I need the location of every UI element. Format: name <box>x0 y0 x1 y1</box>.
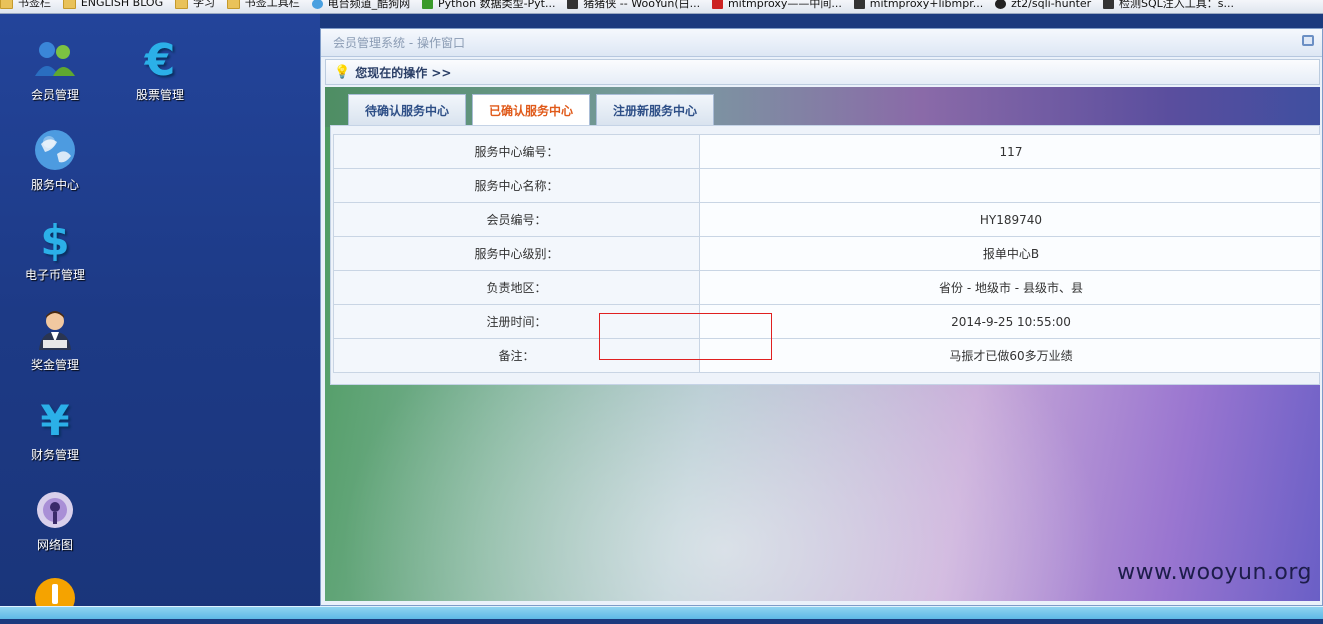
field-value: HY189740 <box>699 202 1320 237</box>
desktop-icon-finance-management[interactable]: ¥ 财务管理 <box>5 396 105 463</box>
field-label: 服务中心名称： <box>333 168 700 203</box>
window-titlebar[interactable]: 会员管理系统 - 操作窗口 <box>321 29 1322 57</box>
desktop-icon-service-center[interactable]: 服务中心 <box>5 126 105 193</box>
bookmark-item[interactable]: ENGLISH BLOG <box>62 0 163 9</box>
content-area: 待确认服务中心 已确认服务中心 注册新服务中心 服务中心编号： 117 服务中心… <box>325 87 1320 601</box>
bookmark-item[interactable]: 检测SQL注入工具：s... <box>1103 0 1234 10</box>
bookmark-item[interactable]: 书签栏 <box>0 0 51 9</box>
maximize-button[interactable] <box>1302 35 1314 46</box>
details-panel: 服务中心编号： 117 服务中心名称： 会员编号： HY189740 服务中心级… <box>330 125 1320 385</box>
dollar-icon: $ <box>40 215 70 265</box>
yen-icon: ¥ <box>40 395 70 445</box>
highlight-box <box>599 313 772 360</box>
users-icon <box>31 36 79 84</box>
field-label: 服务中心编号： <box>333 134 700 169</box>
field-label: 服务中心级别： <box>333 236 700 271</box>
field-value: 117 <box>699 134 1320 169</box>
watermark: www.wooyun.org <box>1117 560 1312 585</box>
table-row: 会员编号： HY189740 <box>333 202 1320 237</box>
bookmark-item[interactable]: 学习 <box>174 0 215 9</box>
folder-icon <box>174 0 188 9</box>
globe-icon <box>311 0 323 9</box>
bookmark-item[interactable]: mitmproxy+libmpr... <box>853 0 983 10</box>
field-label: 负责地区： <box>333 270 700 305</box>
desktop-icon-bonus-management[interactable]: 奖金管理 <box>5 306 105 373</box>
table-row: 服务中心编号： 117 <box>333 134 1320 169</box>
current-operation-label: 您现在的操作 >> <box>355 65 452 80</box>
globe-icon <box>31 126 79 174</box>
site-icon <box>567 0 579 9</box>
service-center-details-table: 服务中心编号： 117 服务中心名称： 会员编号： HY189740 服务中心级… <box>333 134 1320 373</box>
taskbar <box>0 606 1323 619</box>
site-icon <box>421 0 433 9</box>
folder-icon <box>226 0 240 9</box>
desktop-icon-ecoin-management[interactable]: $ 电子币管理 <box>5 216 105 283</box>
tab-confirmed-service-center[interactable]: 已确认服务中心 <box>472 94 591 126</box>
site-icon <box>711 0 723 9</box>
field-value: 省份 - 地级市 - 县级市、县 <box>699 270 1320 305</box>
operation-window: 会员管理系统 - 操作窗口 💡 您现在的操作 >> 待确认服务中心 已确认服务中… <box>320 28 1323 606</box>
desktop-icon-network-map[interactable]: 网络图 <box>5 486 105 553</box>
bookmark-item[interactable]: mitmproxy——中间... <box>711 0 842 10</box>
bookmarks-bar: 书签栏 ENGLISH BLOG 学习 书签工具栏 电台频道_酷狗网 Pytho… <box>0 0 1323 14</box>
table-row: 注册时间： 2014-9-25 10:55:00 <box>333 304 1320 339</box>
bookmark-item[interactable]: 书签工具栏 <box>226 0 300 9</box>
desktop-icon-member-management[interactable]: 会员管理 <box>5 36 105 103</box>
bookmark-item[interactable]: 电台频道_酷狗网 <box>311 0 410 10</box>
bookmark-item[interactable]: 猪猪侠 -- WooYun(白... <box>567 0 700 10</box>
folder-icon <box>0 0 13 9</box>
field-value <box>699 168 1320 203</box>
current-operation-bar: 💡 您现在的操作 >> <box>325 59 1320 85</box>
table-row: 备注： 马振才已做60多万业绩 <box>333 338 1320 373</box>
bookmark-item[interactable]: Python 数据类型-Pyt... <box>421 0 555 10</box>
person-icon <box>31 306 79 354</box>
tab-pending-service-center[interactable]: 待确认服务中心 <box>348 94 467 125</box>
lightbulb-icon: 💡 <box>334 64 351 80</box>
field-label: 会员编号： <box>333 202 700 237</box>
folder-icon <box>62 0 76 9</box>
bookmark-item[interactable]: zt2/sqli-hunter <box>995 0 1091 10</box>
desktop-icon-stock-management[interactable]: € 股票管理 <box>110 34 210 103</box>
table-row: 服务中心名称： <box>333 168 1320 203</box>
desktop: 会员管理 € 股票管理 服务中心 $ 电子币管理 奖金管理 ¥ 财务管理 网络图 <box>0 14 320 618</box>
window-title: 会员管理系统 - 操作窗口 <box>333 36 465 50</box>
field-value: 报单中心B <box>699 236 1320 271</box>
field-value: 2014-9-25 10:55:00 <box>699 304 1320 339</box>
table-row: 负责地区： 省份 - 地级市 - 县级市、县 <box>333 270 1320 305</box>
github-icon <box>995 0 1007 9</box>
euro-icon: € <box>144 34 176 86</box>
site-icon <box>1103 0 1115 9</box>
tab-register-service-center[interactable]: 注册新服务中心 <box>596 94 715 125</box>
table-row: 服务中心级别： 报单中心B <box>333 236 1320 271</box>
network-icon <box>31 486 79 534</box>
field-value: 马振才已做60多万业绩 <box>699 338 1320 373</box>
site-icon <box>853 0 865 9</box>
tab-bar: 待确认服务中心 已确认服务中心 注册新服务中心 <box>348 94 720 126</box>
